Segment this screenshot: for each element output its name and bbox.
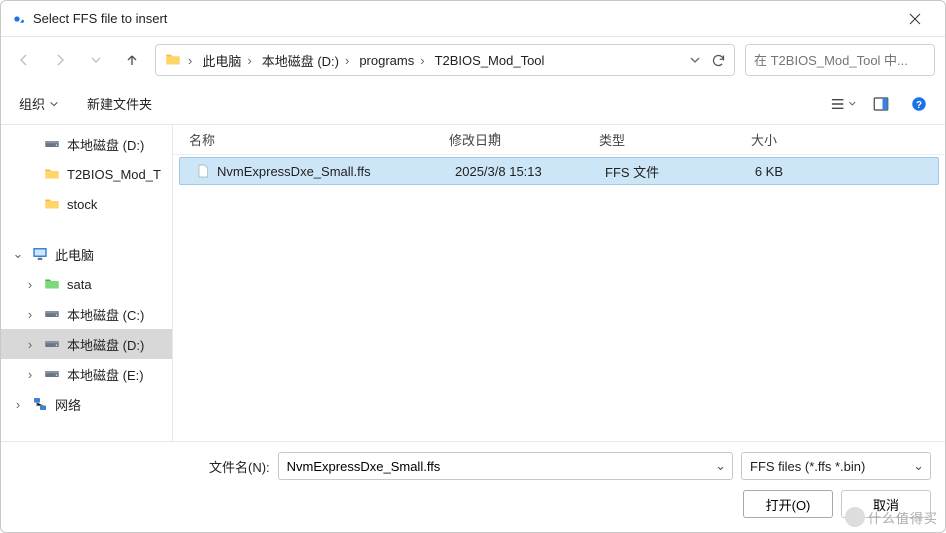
col-type[interactable]: 类型: [583, 130, 713, 149]
tree-item-label: 本地磁盘 (D:): [67, 135, 144, 154]
tree-item-label: 此电脑: [55, 245, 94, 264]
chevron-right-icon: ›: [420, 53, 424, 68]
forward-button[interactable]: [47, 45, 73, 75]
tree-item-label: 本地磁盘 (C:): [67, 305, 144, 324]
toolbar: 组织 新建文件夹 ?: [1, 83, 945, 125]
crumb-label: 本地磁盘 (D:): [262, 51, 339, 70]
close-icon: [909, 13, 921, 25]
chevron-down-icon: [49, 99, 59, 109]
crumb-label: programs: [359, 53, 414, 68]
tree-item-label: stock: [67, 197, 97, 212]
col-modified[interactable]: 修改日期: [433, 130, 583, 149]
organize-label: 组织: [19, 94, 45, 113]
arrow-up-icon: [124, 52, 140, 68]
crumb-label: T2BIOS_Mod_Tool: [435, 53, 545, 68]
sort-asc-icon: ▴: [493, 129, 498, 140]
back-button[interactable]: [11, 45, 37, 75]
arrow-left-icon: [16, 52, 32, 68]
chevron-down-icon[interactable]: ⌄: [715, 458, 726, 474]
content-area: 本地磁盘 (D:)T2BIOS_Mod_Tstock⌄此电脑›sata›本地磁盘…: [1, 125, 945, 441]
preview-pane-button[interactable]: [867, 90, 895, 118]
chevron-right-icon: ›: [188, 53, 192, 68]
help-button[interactable]: ?: [905, 90, 933, 118]
chevron-down-icon: [90, 54, 102, 66]
svg-text:?: ?: [916, 99, 922, 110]
breadcrumb-1[interactable]: 本地磁盘 (D:) ›: [258, 46, 354, 74]
organize-menu[interactable]: 组织: [13, 90, 65, 117]
tree-item-label: sata: [67, 277, 92, 292]
up-button[interactable]: [119, 45, 145, 75]
crumb-root-icon[interactable]: ›: [160, 46, 196, 74]
filter-label: FFS files (*.ffs *.bin): [750, 459, 865, 474]
open-button[interactable]: 打开(O): [743, 490, 833, 518]
cancel-button[interactable]: 取消: [841, 490, 931, 518]
col-name[interactable]: 名称: [173, 130, 433, 149]
close-button[interactable]: [893, 1, 937, 36]
chevron-down-icon: [848, 99, 857, 108]
filename-input[interactable]: [287, 459, 708, 474]
window-title: Select FFS file to insert: [33, 11, 167, 26]
col-size[interactable]: 大小: [713, 130, 793, 149]
view-mode-button[interactable]: [829, 90, 857, 118]
file-type: FFS 文件: [589, 162, 719, 181]
filter-combo[interactable]: FFS files (*.ffs *.bin) ⌄: [741, 452, 931, 480]
tree-item-label: 本地磁盘 (E:): [67, 365, 144, 384]
footer: 文件名(N): ⌄ FFS files (*.ffs *.bin) ⌄ 打开(O…: [1, 441, 945, 532]
breadcrumb-3[interactable]: T2BIOS_Mod_Tool: [431, 46, 549, 74]
crumb-label: 此电脑: [202, 51, 241, 70]
file-list: 名称 ▴ 修改日期 类型 大小 NvmExpressDxe_Small.ffs …: [173, 125, 945, 441]
search-input[interactable]: [754, 53, 930, 68]
titlebar: Select FFS file to insert: [1, 1, 945, 37]
list-view-icon: [829, 95, 846, 113]
recent-button[interactable]: [83, 45, 109, 75]
refresh-icon[interactable]: [711, 53, 726, 68]
folder-icon: [164, 51, 182, 69]
breadcrumb-0[interactable]: 此电脑 ›: [198, 46, 255, 74]
panel-icon: [872, 95, 890, 113]
tree-item[interactable]: 本地磁盘 (D:): [1, 129, 172, 159]
tree-item[interactable]: ⌄此电脑: [1, 239, 172, 269]
chevron-down-icon[interactable]: [689, 54, 701, 66]
file-icon: [195, 163, 211, 179]
file-name: NvmExpressDxe_Small.ffs: [217, 164, 371, 179]
new-folder-label: 新建文件夹: [87, 94, 152, 113]
chevron-right-icon: ›: [247, 53, 251, 68]
new-folder-button[interactable]: 新建文件夹: [81, 90, 158, 117]
tree-item-label: T2BIOS_Mod_T: [67, 167, 161, 182]
tree-item[interactable]: stock: [1, 189, 172, 219]
breadcrumb-2[interactable]: programs ›: [355, 46, 428, 74]
address-bar[interactable]: › 此电脑 › 本地磁盘 (D:) › programs › T2BIOS_Mod_T…: [155, 44, 735, 76]
chevron-down-icon[interactable]: ⌄: [913, 458, 924, 474]
arrow-right-icon: [52, 52, 68, 68]
file-modified: 2025/3/8 15:13: [439, 164, 589, 179]
help-icon: ?: [910, 95, 928, 113]
search-box[interactable]: [745, 44, 935, 76]
tree-item[interactable]: ›本地磁盘 (E:): [1, 359, 172, 389]
list-row[interactable]: NvmExpressDxe_Small.ffs 2025/3/8 15:13 F…: [179, 157, 939, 185]
filename-combo[interactable]: ⌄: [278, 452, 733, 480]
tree-item-label: 网络: [55, 395, 81, 414]
tree-item-label: 本地磁盘 (D:): [67, 335, 144, 354]
tree-item[interactable]: ›网络: [1, 389, 172, 419]
tree-item[interactable]: ›sata: [1, 269, 172, 299]
chevron-right-icon: ›: [345, 53, 349, 68]
tree-item[interactable]: T2BIOS_Mod_T: [1, 159, 172, 189]
folder-tree[interactable]: 本地磁盘 (D:)T2BIOS_Mod_Tstock⌄此电脑›sata›本地磁盘…: [1, 125, 173, 441]
app-gear-icon: [9, 11, 25, 27]
filename-label: 文件名(N):: [209, 457, 270, 476]
list-header[interactable]: 名称 ▴ 修改日期 类型 大小: [173, 125, 945, 155]
tree-item[interactable]: ›本地磁盘 (C:): [1, 299, 172, 329]
tree-item[interactable]: ›本地磁盘 (D:): [1, 329, 172, 359]
file-size: 6 KB: [719, 164, 799, 179]
nav-row: › 此电脑 › 本地磁盘 (D:) › programs › T2BIOS_Mod_T…: [1, 37, 945, 83]
